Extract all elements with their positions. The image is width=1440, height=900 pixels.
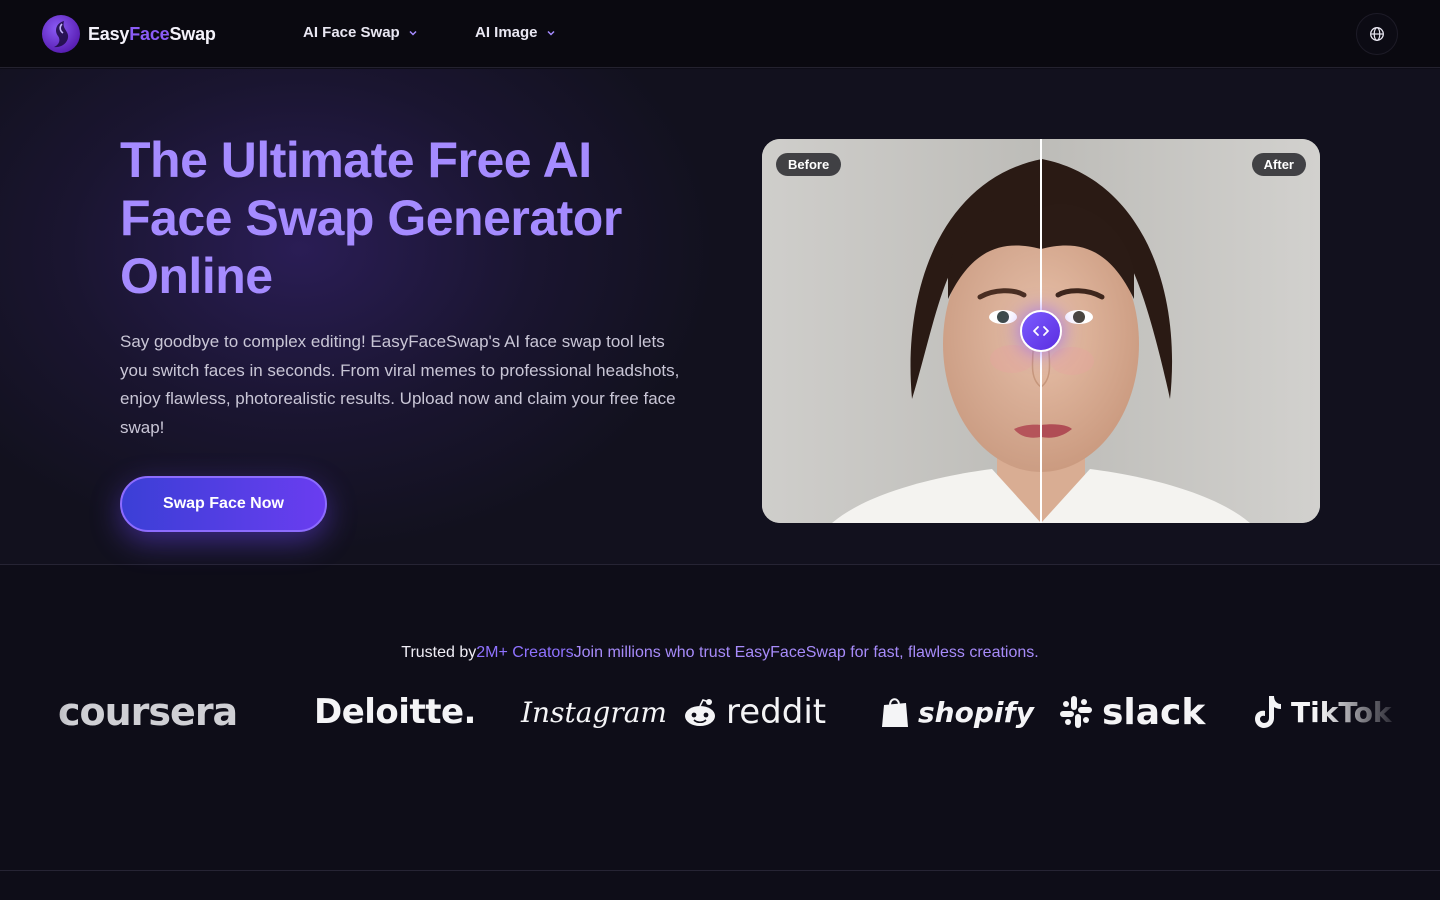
nav-ai-face-swap[interactable]: AI Face Swap [303,24,418,41]
tiktok-note-icon [1255,696,1281,728]
hero-description: Say goodbye to complex editing! EasyFace… [120,332,680,437]
code-arrows-icon [1033,326,1049,336]
section-divider [0,870,1440,871]
logos-fade-left [0,682,70,742]
trusted-suffix: Join millions who trust EasyFaceSwap for… [573,644,1039,661]
reddit-icon [685,699,715,726]
chevron-down-icon [409,30,417,36]
instagram-logo: Instagram [521,695,667,729]
reddit-logo: reddit [682,682,826,742]
top-navbar: EasyFaceSwap AI Face Swap AI Image [0,0,1440,68]
before-after-comparison[interactable]: Before After [762,139,1320,523]
chevron-down-icon [547,30,555,36]
brand-logo-icon [42,15,80,53]
deloitte-logo: Deloitte. [314,692,476,732]
brand-name-prefix: Easy [88,23,130,44]
globe-icon [1370,27,1384,41]
before-label: Before [776,153,842,176]
slack-logo: slack [1058,682,1205,742]
trusted-by-text: Trusted by2M+ CreatorsJoin millions who … [0,643,1440,663]
brand-name-suffix: Swap [169,23,216,44]
shopify-bag-icon [882,698,908,727]
nav-ai-image[interactable]: AI Image [475,24,556,41]
brand-name: EasyFaceSwap [88,24,216,45]
slack-icon [1060,696,1092,728]
comparison-slider-handle[interactable] [1020,310,1062,352]
logos-fade-right [1320,682,1440,742]
hero-title: The Ultimate Free AI Face Swap Generator… [120,132,622,304]
brand-logo[interactable]: EasyFaceSwap [42,14,216,54]
coursera-logo: coursera [58,690,238,734]
nav-ai-image-label: AI Image [475,24,538,41]
shopify-logo: shopify [880,682,1034,742]
hero-section: The Ultimate Free AI Face Swap Generator… [0,69,1440,565]
trusted-prefix: Trusted by [401,644,477,661]
swap-face-now-button[interactable]: Swap Face Now [120,476,327,532]
partner-logos: coursera Deloitte. Instagram reddit shop… [0,682,1440,742]
trusted-highlight: 2M+ Creators [476,644,574,661]
brand-name-accent: Face [129,23,170,44]
language-button[interactable] [1356,13,1398,55]
nav-ai-face-swap-label: AI Face Swap [303,24,400,41]
after-label: After [1251,153,1306,176]
